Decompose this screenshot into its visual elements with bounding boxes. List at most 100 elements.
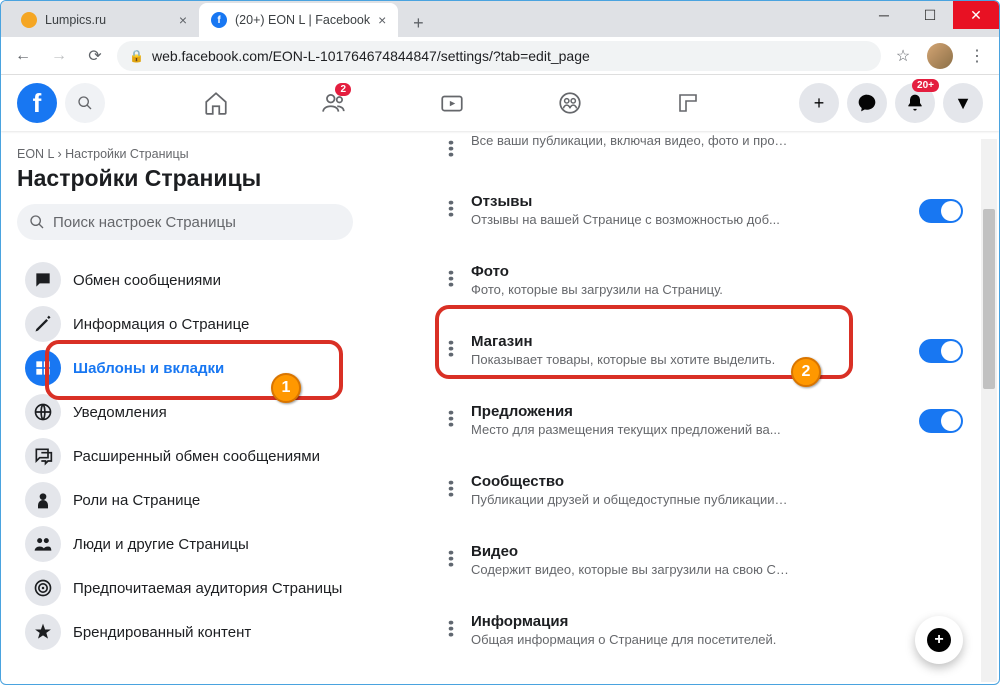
favicon-icon [21,12,37,28]
gaming-icon [676,91,700,115]
drag-handle-icon[interactable]: •• •• •• [441,473,457,497]
search-icon [29,214,45,230]
sidebar-item-3[interactable]: Уведомления [17,390,353,434]
search-icon [77,95,93,111]
address-bar[interactable]: 🔒 web.facebook.com/EON-L-101764674844847… [117,41,881,71]
drag-handle-icon[interactable]: •• •• •• [441,193,457,217]
window-minimize-button[interactable]: ─ [861,1,907,29]
drag-handle-icon[interactable]: •• •• •• [441,333,457,357]
nav-forward-button[interactable]: → [45,42,73,70]
page-title: Настройки Страницы [17,165,353,192]
nav-back-button[interactable]: ← [9,42,37,70]
url-text: web.facebook.com/EON-L-101764674844847/s… [152,48,590,64]
tab-row-3: •• •• •• Магазин Показывает товары, кото… [441,315,963,385]
nav-reload-button[interactable]: ⟳ [81,42,109,70]
watch-icon [439,90,465,116]
tab-description: Показывает товары, которые вы хотите выд… [471,352,791,367]
chat-icon [25,262,61,298]
badge-icon [25,482,61,518]
annotation-number-1: 1 [271,373,301,403]
tab-description: Место для размещения текущих предложений… [471,422,791,437]
window-maximize-button[interactable]: ☐ [907,1,953,29]
scrollbar-thumb[interactable] [983,209,995,389]
tab-toggle[interactable] [919,339,963,363]
annotation-number-2: 2 [791,357,821,387]
globe-icon [25,394,61,430]
tab-title: Сообщество [471,473,963,490]
home-icon [203,90,229,116]
sidebar-item-label: Обмен сообщениями [73,272,221,289]
messenger-button[interactable] [847,83,887,123]
chat-fab[interactable]: + [915,616,963,664]
tab-description: Публикации друзей и общедоступные публик… [471,492,791,507]
drag-handle-icon[interactable]: •• •• •• [441,263,457,287]
scrollbar[interactable] [981,139,997,682]
breadcrumb[interactable]: EON L › Настройки Страницы [17,147,353,161]
tab-row-1: •• •• •• Отзывы Отзывы на вашей Странице… [441,175,963,245]
drag-handle-icon[interactable]: •• •• •• [441,613,457,637]
sidebar-item-0[interactable]: Обмен сообщениями [17,258,353,302]
nav-watch[interactable] [397,77,507,129]
tab-row-7: •• •• •• Информация Общая информация о С… [441,595,963,665]
sidebar-item-label: Брендированный контент [73,624,251,641]
account-menu-button[interactable]: ▼ [943,83,983,123]
browser-menu-button[interactable]: ⋮ [963,42,991,70]
nav-groups[interactable] [515,77,625,129]
sidebar-item-5[interactable]: Роли на Странице [17,478,353,522]
drag-handle-icon[interactable]: •• •• •• [441,403,457,427]
sidebar-item-label: Информация о Странице [73,316,249,333]
window-close-button[interactable]: ✕ [953,1,999,29]
tab-title: Видео [471,543,963,560]
sidebar-item-4[interactable]: Расширенный обмен сообщениями [17,434,353,478]
browser-tab-lumpics[interactable]: Lumpics.ru × [9,3,199,37]
tab-row-2: •• •• •• Фото Фото, которые вы загрузили… [441,245,963,315]
sidebar-item-label: Предпочитаемая аудитория Страницы [73,580,342,597]
fb-header: f 2 + [1,75,999,131]
tab-title: Отзывы [471,193,905,210]
browser-tabstrip: Lumpics.ru × f (20+) EON L | Facebook × … [1,1,999,37]
drag-handle-icon[interactable]: •• •• •• [441,543,457,567]
tab-toggle[interactable] [919,409,963,433]
nav-gaming[interactable] [633,77,743,129]
browser-toolbar: ← → ⟳ 🔒 web.facebook.com/EON-L-101764674… [1,37,999,75]
sidebar-item-8[interactable]: Брендированный контент [17,610,353,654]
profile-avatar[interactable] [927,43,953,69]
nav-home[interactable] [161,77,271,129]
sidebar-item-1[interactable]: Информация о Странице [17,302,353,346]
target-icon [25,570,61,606]
sidebar-item-label: Люди и другие Страницы [73,536,249,553]
facebook-logo[interactable]: f [17,83,57,123]
tab-toggle[interactable] [919,199,963,223]
nav-friends[interactable]: 2 [279,77,389,129]
tab-description: Фото, которые вы загрузили на Страницу. [471,282,791,297]
create-button[interactable]: + [799,83,839,123]
messenger-icon [857,93,877,113]
search-placeholder: Поиск настроек Страницы [53,214,236,231]
chat2-icon [25,438,61,474]
sidebar-item-label: Роли на Странице [73,492,200,509]
tab-title: Фото [471,263,963,280]
settings-sidebar: EON L › Настройки Страницы Настройки Стр… [1,131,361,676]
grid-icon [25,350,61,386]
groups-icon [557,90,583,116]
sidebar-item-6[interactable]: Люди и другие Страницы [17,522,353,566]
close-tab-icon[interactable]: × [378,12,386,28]
people-icon [25,526,61,562]
favicon-icon: f [211,12,227,28]
fb-search-button[interactable] [65,83,105,123]
settings-search-input[interactable]: Поиск настроек Страницы [17,204,353,240]
tab-description: Содержит видео, которые вы загрузили на … [471,562,791,577]
close-tab-icon[interactable]: × [179,12,187,28]
new-tab-button[interactable]: + [404,9,432,37]
bookmark-button[interactable]: ☆ [889,42,917,70]
sidebar-item-label: Расширенный обмен сообщениями [73,448,320,465]
sidebar-item-2[interactable]: Шаблоны и вкладки [17,346,353,390]
tab-title: Информация [471,613,963,630]
notifications-button[interactable]: 20+ [895,83,935,123]
sidebar-item-7[interactable]: Предпочитаемая аудитория Страницы [17,566,353,610]
browser-tab-facebook[interactable]: f (20+) EON L | Facebook × [199,3,398,37]
tab-row-8: •• •• •• Вакансии [441,665,963,676]
drag-handle-icon[interactable]: •• •• •• [441,133,457,157]
tab-row-4: •• •• •• Предложения Место для размещени… [441,385,963,455]
sidebar-item-label: Уведомления [73,404,167,421]
